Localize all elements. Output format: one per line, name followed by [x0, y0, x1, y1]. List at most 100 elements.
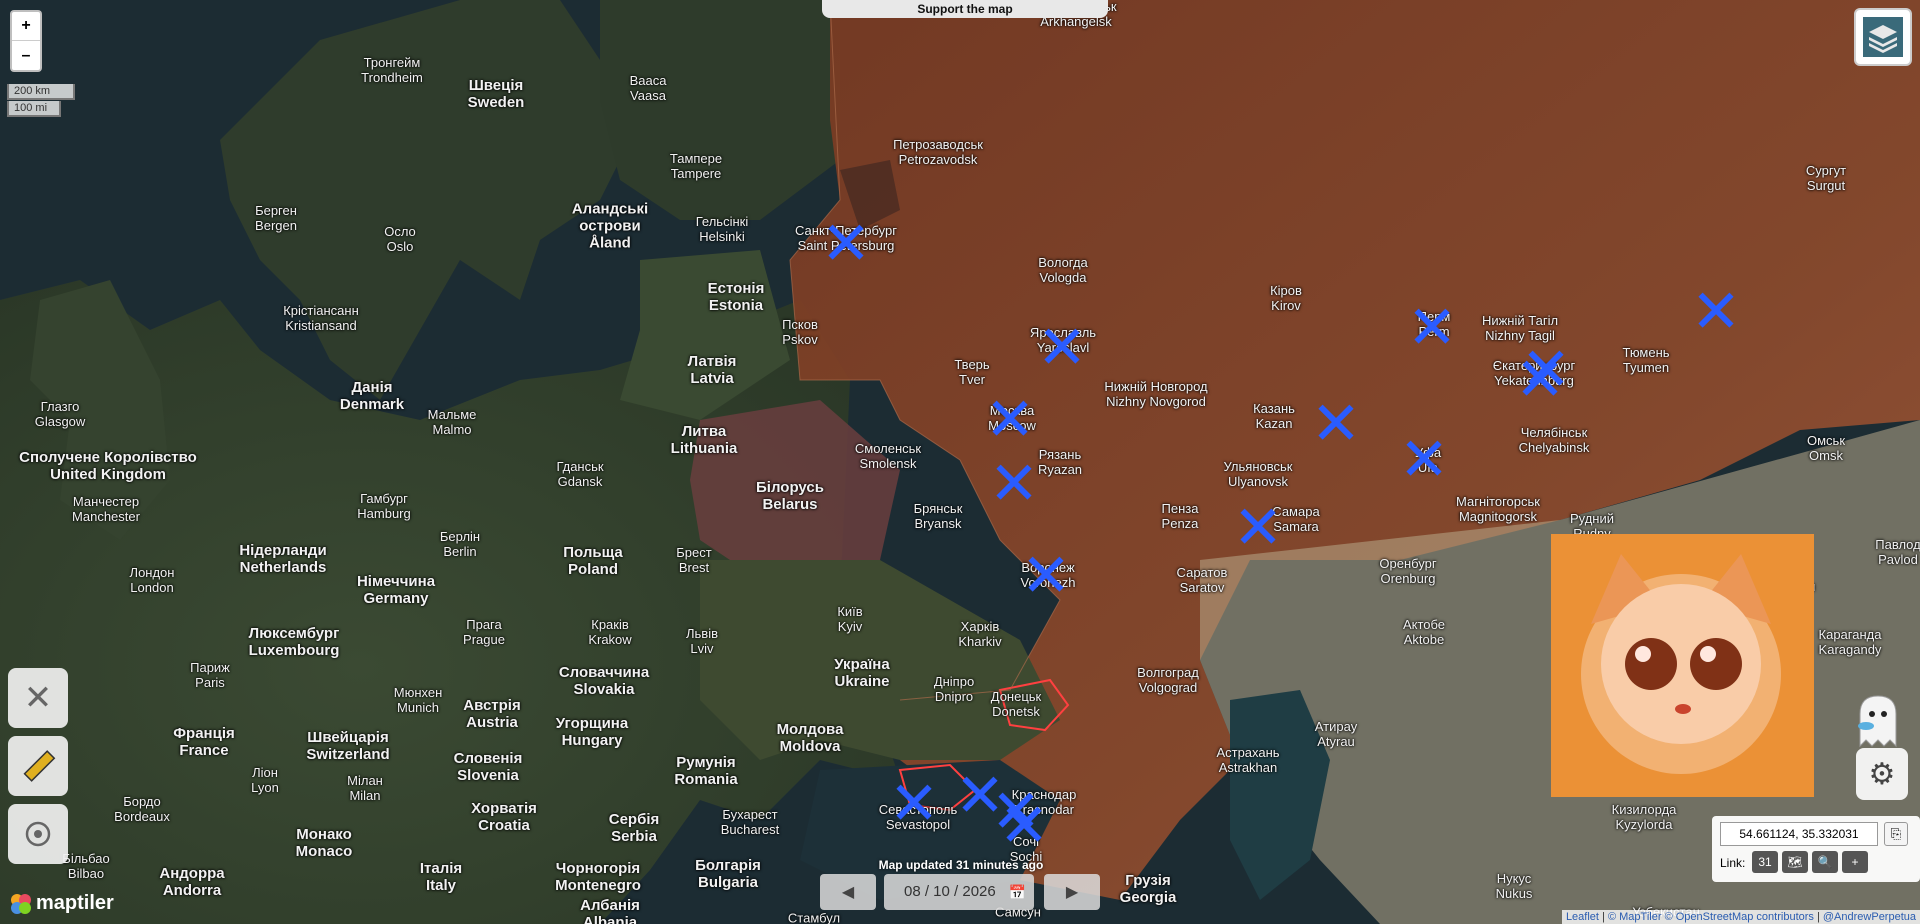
copy-icon[interactable]: ⎘	[1884, 822, 1908, 846]
label-line: Литва	[681, 423, 727, 440]
label-line: Hamburg	[357, 506, 411, 521]
label-line: Павлод	[1875, 537, 1920, 552]
label-line: Швеція	[468, 77, 524, 94]
label-line: Донецьк	[990, 689, 1042, 704]
x-marker-icon[interactable]: ✕	[999, 796, 1049, 856]
x-marker-icon[interactable]: ✕	[1691, 282, 1741, 342]
label-chelyabinsk: Челябінськ Chelyabinsk	[1519, 425, 1590, 455]
label-donetsk: Донецьк Donetsk	[991, 689, 1042, 719]
label-switzerland: Швейцарія Switzerland	[306, 729, 389, 763]
label-line: Bucharest	[720, 822, 780, 837]
calendar-icon: 📅	[1008, 884, 1026, 900]
label-line: Україна	[834, 656, 890, 673]
label-prague: Прага Prague	[463, 617, 505, 647]
ghost-mascot-icon[interactable]	[1852, 692, 1900, 752]
date-field[interactable]: 08 / 10 / 2026 📅	[884, 874, 1034, 910]
label-line: Мюнхен	[393, 685, 443, 700]
x-marker-tool-button[interactable]: ✕	[8, 668, 68, 728]
label-line: Dnipro	[934, 689, 974, 704]
zoom-control: + –	[10, 10, 42, 72]
calendar-link-icon[interactable]: 31	[1752, 851, 1778, 873]
ruler-tool-button[interactable]	[8, 736, 68, 796]
x-marker-icon[interactable]: ✕	[1407, 298, 1457, 358]
date-next-button[interactable]: ▶	[1044, 874, 1100, 910]
label-line: Чорногорія	[555, 860, 641, 877]
label-line: Ulyanovsk	[1228, 474, 1288, 489]
x-marker-icon[interactable]: ✕	[1037, 318, 1087, 378]
label-croatia: Хорватія Croatia	[471, 800, 537, 834]
label-kirov: Кіров Kirov	[1270, 283, 1302, 313]
x-marker-icon[interactable]: ✕	[1399, 430, 1449, 490]
x-marker-icon[interactable]: ✕	[889, 774, 939, 834]
zoom-out-button[interactable]: –	[12, 41, 40, 70]
label-moldova: Молдова Moldova	[777, 721, 844, 755]
label-line: Крістіансанн	[283, 303, 359, 318]
date-prev-button[interactable]: ◀	[820, 874, 876, 910]
label-line: Атирау	[1314, 719, 1358, 734]
scale-mi: 100 mi	[7, 101, 61, 117]
label-line: Бордо	[123, 794, 161, 809]
label-albania: Албанія Albania	[580, 897, 640, 924]
label-line: Italy	[425, 877, 456, 894]
x-marker-icon[interactable]: ✕	[821, 214, 871, 274]
author-link[interactable]: @AndrewPerpetua	[1823, 911, 1916, 923]
label-line: Bordeaux	[114, 809, 170, 824]
label-lithuania: Литва Lithuania	[671, 423, 738, 457]
locate-button[interactable]	[8, 804, 68, 864]
x-marker-icon[interactable]: ✕	[1311, 394, 1361, 454]
search-icon[interactable]: 🔍	[1812, 851, 1838, 873]
label-monaco: Монако Monaco	[296, 826, 353, 860]
settings-button[interactable]: ⚙	[1856, 748, 1908, 800]
label-line: Kharkiv	[958, 634, 1002, 649]
label-line: Sweden	[467, 94, 525, 111]
label-oslo: Осло Oslo	[384, 224, 416, 254]
x-marker-icon[interactable]: ✕	[1515, 350, 1565, 410]
label-line: Саратов	[1176, 565, 1228, 580]
support-map-button[interactable]: Support the map	[822, 0, 1108, 18]
leaflet-link[interactable]: Leaflet	[1566, 911, 1599, 923]
osm-link[interactable]: © OpenStreetMap contributors	[1665, 911, 1814, 923]
label-line: Andorra	[162, 882, 222, 899]
label-bergen: Берген Bergen	[255, 203, 297, 233]
label-line: Берген	[255, 203, 297, 218]
label-line: Гельсінкі	[695, 214, 749, 229]
label-line: Оренбург	[1379, 556, 1437, 571]
label-line: Luxembourg	[248, 642, 340, 659]
world-map-icon[interactable]: 🗺	[1782, 851, 1808, 873]
label-line: Аландські	[571, 200, 649, 218]
maptiler-logo[interactable]: maptiler	[10, 892, 114, 915]
label-milan: Мілан Milan	[347, 773, 383, 803]
x-marker-icon[interactable]: ✕	[985, 390, 1035, 450]
layers-button[interactable]	[1854, 8, 1912, 66]
label-line: Сербія	[608, 811, 660, 828]
label-gdansk: Гданськ Gdansk	[556, 459, 603, 489]
x-marker-icon[interactable]: ✕	[1233, 498, 1283, 558]
label-line: Karagandy	[1818, 642, 1882, 657]
label-line: Georgia	[1119, 889, 1177, 906]
label-smolensk: Смоленськ Smolensk	[855, 441, 921, 471]
label-line: Gdansk	[557, 474, 603, 489]
x-marker-icon[interactable]: ✕	[989, 454, 1039, 514]
coordinates-field[interactable]: 54.661124, 35.332031	[1720, 822, 1878, 846]
layers-icon	[1863, 17, 1903, 57]
label-line: Slovakia	[573, 681, 635, 698]
label-line: Сполучене Королівство	[19, 449, 197, 466]
label-line: Kazan	[1255, 416, 1293, 431]
label-line: Monaco	[295, 843, 353, 860]
label-line: Albania	[582, 914, 638, 924]
zoom-in-button[interactable]: +	[12, 12, 40, 41]
label-line: Берлін	[439, 529, 481, 544]
label-aland: Аландські острови Åland	[572, 201, 648, 252]
gear-icon: ⚙	[1868, 757, 1896, 791]
maptiler-link[interactable]: © MapTiler	[1608, 911, 1662, 923]
crosshair-icon[interactable]: +	[1842, 851, 1868, 873]
label-line: Нукус	[1496, 871, 1532, 886]
label-line: Helsinki	[699, 229, 745, 244]
label-line: Болгарія	[695, 857, 761, 874]
prev-arrow-icon: ◀	[841, 884, 855, 901]
label-line: Андорра	[159, 865, 225, 882]
coordinates-panel: 54.661124, 35.332031 ⎘ Link: 31 🗺 🔍 +	[1712, 816, 1920, 882]
x-marker-icon[interactable]: ✕	[1021, 546, 1071, 606]
label-atyrau: Атирау Atyrau	[1315, 719, 1357, 749]
label-line: Латвія	[687, 353, 737, 370]
